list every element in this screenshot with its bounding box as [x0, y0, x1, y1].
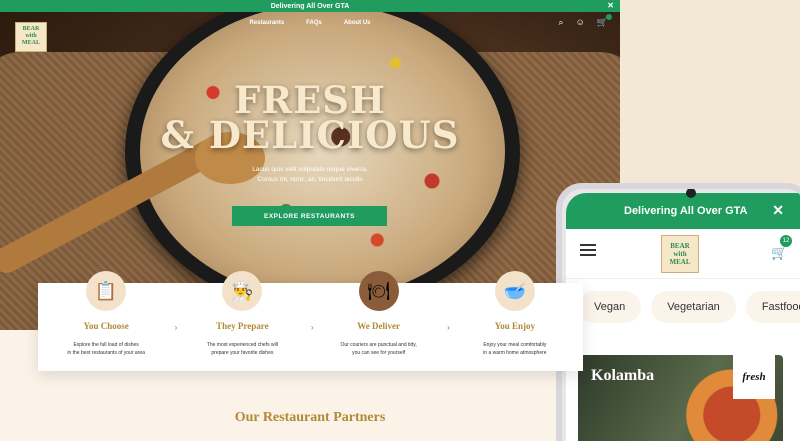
- restaurant-name: Kolamba: [591, 367, 655, 384]
- step-title: You Choose: [83, 321, 129, 331]
- logo-line: MEAL: [22, 40, 40, 46]
- phone-mockup: Delivering All Over GTA ✕ BEAR with MEAL…: [556, 183, 800, 441]
- cart-icon[interactable]: 🛒: [771, 245, 787, 261]
- logo-line: MEAL: [669, 258, 691, 266]
- chip-vegetarian[interactable]: Vegetarian: [651, 291, 736, 323]
- phone-promo-text: Delivering All Over GTA: [624, 205, 748, 217]
- user-icon[interactable]: ☺: [576, 17, 585, 27]
- chip-vegan[interactable]: Vegan: [578, 291, 642, 323]
- step-we-deliver: 🍽 We Deliver Our couriers are punctual a…: [311, 271, 450, 371]
- step-they-prepare: 👨‍🍳 They Prepare The most experienced ch…: [174, 271, 314, 371]
- chef-hat-icon: 👨‍🍳: [222, 271, 263, 311]
- how-it-works-card: 📋 You Choose Explore the full load of di…: [38, 271, 583, 371]
- category-chips: Vegan Vegetarian Fastfood: [566, 279, 800, 323]
- step-title: We Deliver: [357, 321, 400, 331]
- phone-screen: Delivering All Over GTA ✕ BEAR with MEAL…: [566, 193, 800, 441]
- hero-subtitle: Lacus quis velit vulputate neque viverra…: [0, 165, 620, 185]
- nav-faqs[interactable]: FAQs: [306, 20, 322, 26]
- bowl-icon: 🥣: [494, 271, 535, 311]
- hero-subtitle-line: Lacus quis velit vulputate neque viverra…: [252, 166, 368, 173]
- cart-count-badge: 12: [780, 235, 792, 247]
- partners-heading: Our Restaurant Partners: [234, 410, 386, 425]
- main-nav: Restaurants FAQs About Us ⌕ ☺ 🛒: [0, 12, 620, 34]
- step-text: Explore the full load of dishes: [73, 342, 139, 348]
- promo-text: Delivering All Over GTA: [270, 2, 350, 10]
- step-text: in a warm home atmosphere: [483, 350, 547, 356]
- logo-line: with: [673, 250, 687, 258]
- restaurant-card[interactable]: Kolamba fresh: [578, 355, 783, 441]
- chip-fastfood[interactable]: Fastfood: [745, 291, 800, 323]
- hero-title-line: & DELICIOUS: [160, 113, 460, 157]
- hamburger-menu-icon[interactable]: [580, 244, 596, 259]
- promo-bar: Delivering All Over GTA ✕: [0, 0, 620, 12]
- step-text: Our couriers are punctual and tidy,: [340, 342, 417, 348]
- step-text: prepare your favorite dishes: [211, 350, 274, 356]
- cloche-icon: 🍽: [358, 271, 399, 311]
- step-you-choose: 📋 You Choose Explore the full load of di…: [38, 271, 177, 371]
- logo-line: with: [25, 33, 37, 39]
- cart-icon[interactable]: 🛒: [597, 14, 612, 27]
- explore-restaurants-button[interactable]: EXPLORE RESTAURANTS: [232, 206, 387, 226]
- cart-badge: [606, 14, 612, 20]
- step-text: you can see for yourself: [352, 350, 406, 356]
- hero-title: FRESH & DELICIOUS: [0, 82, 620, 157]
- menu-card-icon: 📋: [86, 271, 127, 311]
- step-title: They Prepare: [216, 321, 269, 331]
- phone-logo[interactable]: BEAR with MEAL: [661, 235, 699, 273]
- phone-camera: [686, 189, 696, 198]
- nav-icons: ⌕ ☺ 🛒: [559, 14, 612, 27]
- nav-about-us[interactable]: About Us: [344, 20, 371, 26]
- hero-subtitle-line: Cursus mi, nunc, ac, tincidunt iaculis: [257, 176, 363, 183]
- restaurant-brand-logo: fresh: [733, 355, 775, 399]
- desktop-mockup: Delivering All Over GTA ✕ BEAR with MEAL…: [0, 0, 620, 441]
- nav-restaurants[interactable]: Restaurants: [249, 20, 284, 26]
- close-icon[interactable]: ✕: [607, 1, 614, 10]
- step-text: in the best restaurants of your area: [67, 350, 145, 356]
- phone-header: BEAR with MEAL 🛒 12: [566, 229, 800, 279]
- step-you-enjoy: 🥣 You Enjoy Enjoy your meal comfortably …: [447, 271, 583, 371]
- phone-promo-bar: Delivering All Over GTA ✕: [566, 193, 800, 229]
- step-text: Enjoy your meal comfortably: [483, 342, 547, 348]
- logo-line: BEAR: [670, 242, 690, 250]
- search-icon[interactable]: ⌕: [559, 17, 564, 27]
- step-text: The most experienced chefs will: [206, 342, 278, 348]
- step-title: You Enjoy: [494, 321, 535, 331]
- close-icon[interactable]: ✕: [772, 202, 784, 219]
